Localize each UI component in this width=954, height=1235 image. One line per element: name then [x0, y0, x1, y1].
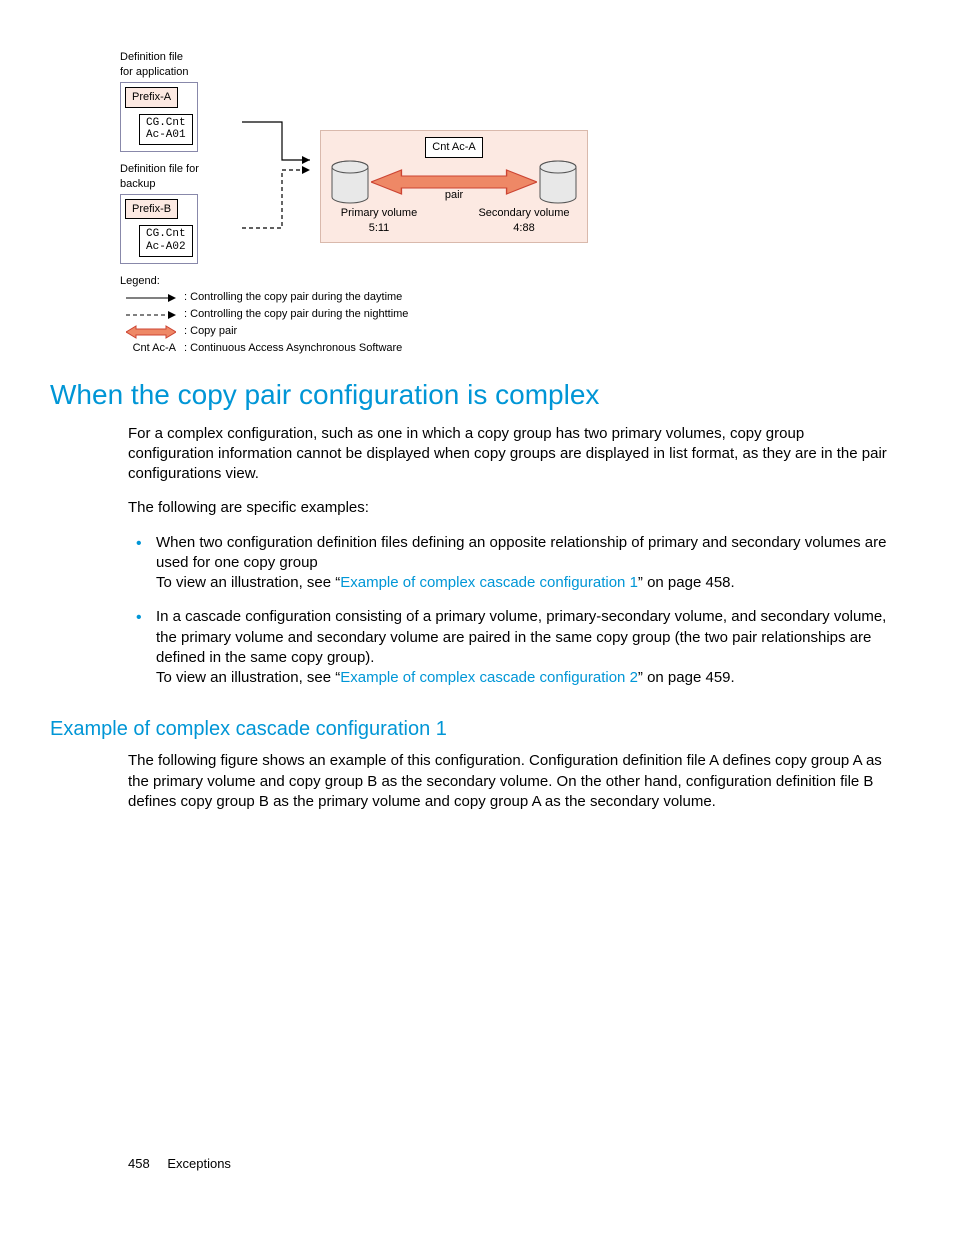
pair-label: pair: [371, 188, 537, 203]
cg-b-box: CG.Cnt Ac-A02: [139, 225, 193, 256]
prefix-b-box: Prefix-B: [125, 199, 178, 220]
cnt-box: Cnt Ac-A: [425, 137, 482, 158]
list-item: When two configuration definition files …: [128, 533, 894, 594]
section-p2: The following are specific examples:: [128, 498, 894, 518]
cg-a-box: CG.Cnt Ac-A01: [139, 114, 193, 145]
link-example-1[interactable]: Example of complex cascade configuration…: [340, 574, 638, 591]
legend: Legend: : Controlling the copy pair duri…: [120, 274, 894, 356]
bullet2-line1: In a cascade configuration consisting of…: [156, 607, 894, 668]
section-p1: For a complex configuration, such as one…: [128, 424, 894, 485]
label-def-app: Definition file for application: [120, 50, 240, 80]
diagram-arrows: [240, 50, 320, 250]
list-item: In a cascade configuration consisting of…: [128, 607, 894, 688]
primary-vol-id: 5:11: [329, 221, 429, 236]
subsection-p1: The following figure shows an example of…: [128, 751, 894, 812]
legend-dashed-arrow-icon: [120, 309, 176, 321]
section-heading: When the copy pair configuration is comp…: [50, 376, 894, 414]
primary-cylinder-icon: [329, 160, 371, 204]
legend-cnt-sym: Cnt Ac-A: [120, 341, 176, 356]
legend-title: Legend:: [120, 274, 894, 289]
secondary-vol-id: 4:88: [469, 221, 579, 236]
bullet1-line1: When two configuration definition files …: [156, 533, 894, 574]
file-frame-b: Prefix-B CG.Cnt Ac-A02: [120, 194, 198, 264]
secondary-cylinder-icon: [537, 160, 579, 204]
primary-vol-label: Primary volume: [329, 206, 429, 221]
legend-night-text: Controlling the copy pair during the nig…: [190, 307, 408, 322]
legend-solid-arrow-icon: [120, 292, 176, 304]
legend-day-text: Controlling the copy pair during the day…: [190, 290, 402, 305]
prefix-a-box: Prefix-A: [125, 87, 178, 108]
legend-cnt-text: Continuous Access Asynchronous Software: [190, 341, 402, 356]
label-def-backup: Definition file for backup: [120, 162, 240, 192]
chapter-name: Exceptions: [167, 1156, 231, 1171]
bullet1-line2: To view an illustration, see “Example of…: [156, 573, 894, 593]
subsection-heading: Example of complex cascade configuration…: [50, 716, 894, 743]
file-frame-a: Prefix-A CG.Cnt Ac-A01: [120, 82, 198, 152]
legend-copy-arrow-icon: [120, 325, 176, 339]
page-footer: 458 Exceptions: [128, 1155, 231, 1173]
bullet2-line2: To view an illustration, see “Example of…: [156, 668, 894, 688]
legend-copy-text: Copy pair: [190, 324, 237, 339]
diagram-copy-pair: Definition file for application Prefix-A…: [120, 50, 894, 356]
copy-pair-arrow-icon: pair: [371, 162, 537, 202]
volume-area: Cnt Ac-A pair: [320, 130, 588, 243]
page-number: 458: [128, 1156, 150, 1171]
link-example-2[interactable]: Example of complex cascade configuration…: [340, 669, 638, 686]
secondary-vol-label: Secondary volume: [469, 206, 579, 221]
